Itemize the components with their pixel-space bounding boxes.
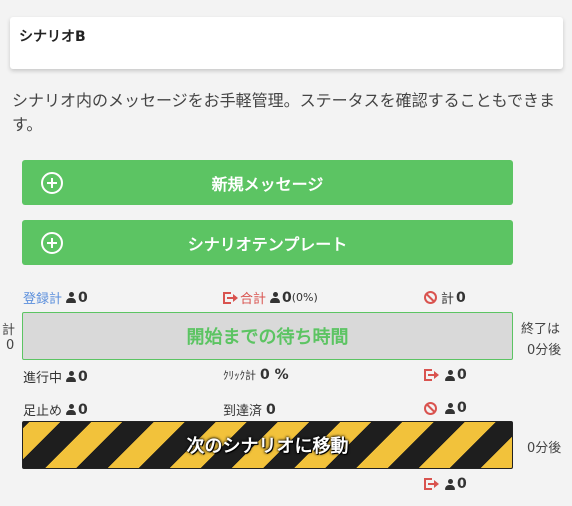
reached-label: 到達済 (223, 404, 263, 419)
reached-stat: 到達済 0 (223, 400, 276, 420)
page-description: シナリオ内のメッセージをお手軽管理。ステータスを確認することもできます。 (12, 91, 556, 134)
exit-icon (424, 369, 439, 381)
end-time-label: 終了は (521, 322, 561, 337)
person-icon (270, 292, 281, 303)
exit-stat-footer: 0 (424, 476, 467, 492)
plus-circle-icon (41, 232, 63, 254)
block-icon (424, 401, 437, 415)
click-stat: ｸﾘｯｸ計 0 % (223, 367, 289, 383)
blocked-stat-row2: 0 (424, 400, 467, 416)
exit-stat-row1: 0 (424, 367, 467, 383)
scenario-title: シナリオB (19, 29, 86, 45)
blocked-count: 0 (456, 289, 466, 306)
stopped-label: 足止め (23, 404, 63, 419)
person-icon (445, 402, 455, 414)
stopped-stat: 足止め 0 (23, 400, 88, 420)
blocked-total-stat: 計 0 (424, 288, 466, 307)
blocked-count-row2: 0 (457, 400, 467, 416)
left-total-count: 0 (282, 289, 292, 306)
end-time-value: 0分後 (527, 343, 562, 358)
move-after-value: 0分後 (527, 441, 562, 456)
exit-icon (424, 478, 439, 490)
registered-count: 0 (78, 289, 88, 306)
new-message-button[interactable]: 新規メッセージ (22, 160, 513, 205)
wait-time-label: 開始までの待ち時間 (186, 327, 349, 348)
move-to-next-scenario-label: 次のシナリオに移動 (186, 436, 349, 457)
scenario-template-button[interactable]: シナリオテンプレート (22, 220, 513, 265)
new-message-label: 新規メッセージ (211, 174, 324, 194)
in-progress-stat: 進行中 0 (23, 367, 88, 387)
left-total-label[interactable]: 合計 (240, 288, 266, 307)
side-left-label: 計 (2, 323, 16, 338)
person-icon (66, 371, 77, 382)
exit-count-footer: 0 (457, 476, 467, 492)
registered-label[interactable]: 登録計 (23, 288, 62, 307)
block-icon (424, 291, 437, 304)
reached-count: 0 (266, 401, 276, 418)
side-left-value: 0 (6, 338, 15, 353)
in-progress-count: 0 (78, 368, 88, 385)
scenario-page: シナリオB シナリオ内のメッセージをお手軽管理。ステータスを確認することもできま… (0, 0, 572, 506)
stopped-count: 0 (78, 401, 88, 418)
click-value: 0 % (260, 367, 289, 383)
exit-count-row1: 0 (457, 367, 467, 383)
blocked-label: 計 (441, 292, 455, 307)
person-icon (66, 404, 77, 415)
exit-icon (223, 291, 238, 304)
click-label: ｸﾘｯｸ計 (223, 369, 256, 382)
in-progress-label: 進行中 (23, 371, 63, 386)
scenario-title-card: シナリオB (10, 17, 563, 69)
scenario-template-label: シナリオテンプレート (187, 234, 348, 254)
plus-circle-icon (41, 172, 63, 194)
left-total-stat: 合計 0 (0%) (223, 288, 318, 307)
person-icon (445, 478, 455, 490)
left-total-percent: (0%) (291, 291, 318, 304)
person-icon (66, 292, 77, 303)
move-to-next-scenario-bar[interactable]: 次のシナリオに移動 (22, 421, 513, 469)
wait-time-bar[interactable]: 開始までの待ち時間 (22, 312, 513, 360)
registered-stat: 登録計 0 (23, 288, 88, 308)
person-icon (445, 369, 455, 381)
